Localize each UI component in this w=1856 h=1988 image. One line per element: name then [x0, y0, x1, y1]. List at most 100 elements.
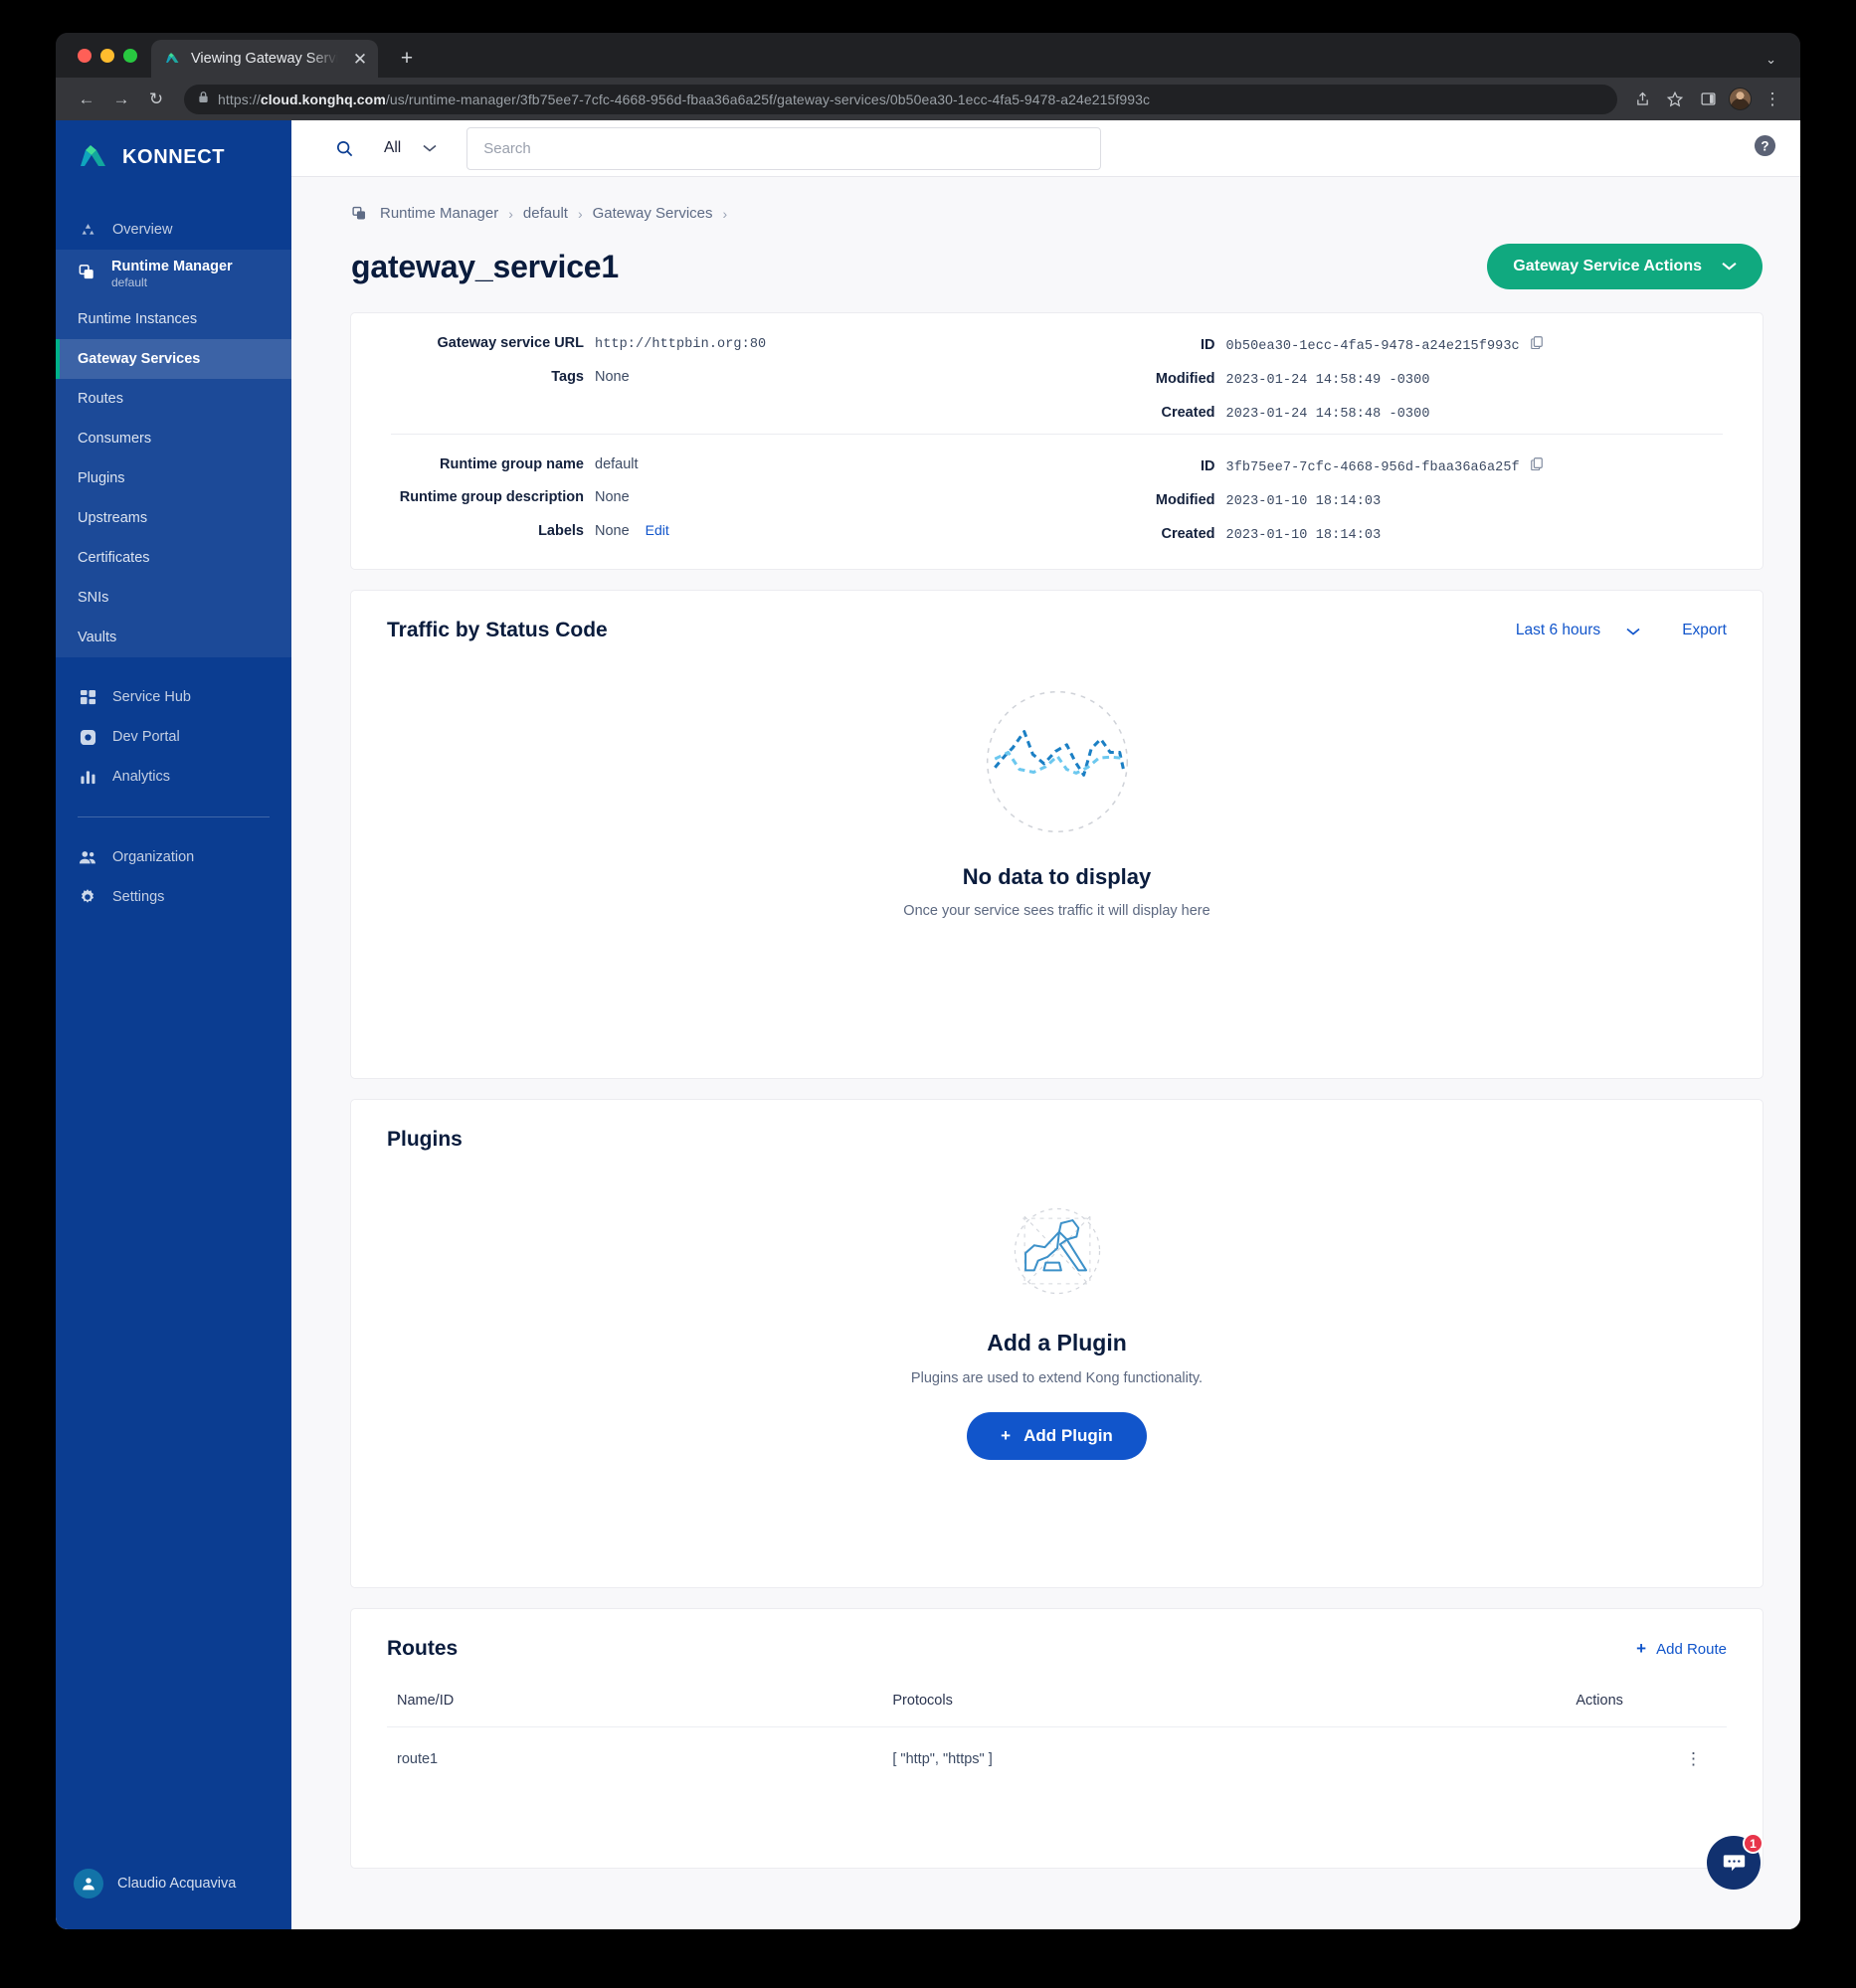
add-route-link[interactable]: + Add Route: [1636, 1639, 1727, 1659]
sidebar-item-routes[interactable]: Routes: [56, 379, 291, 419]
traffic-card-controls: Last 6 hours Export: [1516, 622, 1727, 639]
sidebar-group-subtitle: default: [111, 275, 148, 289]
sidebar-item-service-hub[interactable]: Service Hub: [56, 677, 291, 717]
routes-table-head: Name/ID Protocols Actions: [387, 1693, 1727, 1727]
actions-button-label: Gateway Service Actions: [1513, 258, 1702, 274]
cell-route-name[interactable]: route1: [387, 1726, 883, 1791]
sidebar-bottom: Claudio Acquaviva: [56, 1856, 291, 1929]
brand-logo-area[interactable]: KONNECT: [56, 120, 291, 194]
bookmark-star-icon[interactable]: [1663, 88, 1687, 111]
table-header-row: Name/ID Protocols Actions: [387, 1693, 1727, 1727]
minimize-window-button[interactable]: [100, 48, 114, 63]
avatar: [74, 1869, 103, 1898]
plugins-empty-title: Add a Plugin: [987, 1330, 1127, 1355]
chevron-down-icon: [1626, 624, 1640, 638]
field-label: Created: [1161, 405, 1215, 421]
timeframe-select[interactable]: Last 6 hours: [1516, 622, 1640, 639]
browser-menu-icon[interactable]: ⋮: [1761, 88, 1784, 111]
sidebar-item-runtime-instances[interactable]: Runtime Instances: [56, 299, 291, 339]
routes-table-body: route1 [ "http", "https" ] ⋮: [387, 1726, 1727, 1791]
search-input[interactable]: [483, 139, 1085, 157]
sidebar-item-organization[interactable]: Organization: [56, 837, 291, 877]
copy-icon[interactable]: [1530, 456, 1544, 475]
page-viewport: KONNECT Overview Runtime Manager default…: [56, 120, 1800, 1929]
tab-close-icon[interactable]: ✕: [350, 51, 370, 68]
field-runtime-group-modified: Modified 2023-01-10 18:14:03: [1077, 492, 1724, 509]
browser-tab[interactable]: Viewing Gateway Service | Kon ✕: [151, 40, 378, 78]
people-icon: [78, 849, 97, 866]
traffic-empty-subtitle: Once your service sees traffic it will d…: [903, 903, 1210, 919]
sidebar-item-analytics[interactable]: Analytics: [56, 757, 291, 797]
search-icon[interactable]: [335, 139, 354, 158]
brand-name: KONNECT: [122, 145, 226, 168]
breadcrumb-separator-icon: ›: [577, 205, 583, 222]
sidebar-item-consumers[interactable]: Consumers: [56, 419, 291, 458]
maximize-window-button[interactable]: [123, 48, 137, 63]
routes-card: Routes + Add Route Name/ID Protocols Act…: [351, 1609, 1763, 1868]
sidebar-item-plugins[interactable]: Plugins: [56, 458, 291, 498]
sidebar-item-snis[interactable]: SNIs: [56, 578, 291, 618]
browser-tab-title: Viewing Gateway Service | Kon: [191, 51, 341, 67]
chevron-down-icon: [1722, 258, 1737, 275]
field-value: None: [595, 489, 630, 505]
sidebar-group-header[interactable]: Runtime Manager default: [56, 250, 291, 299]
close-window-button[interactable]: [78, 48, 92, 63]
new-tab-button[interactable]: +: [394, 48, 420, 69]
field-label: ID: [1201, 458, 1215, 474]
sidebar-item-gateway-services[interactable]: Gateway Services: [56, 339, 291, 379]
sidebar-toggle-icon[interactable]: [1696, 88, 1720, 111]
sidebar-item-vaults[interactable]: Vaults: [56, 618, 291, 657]
add-plugin-button[interactable]: + Add Plugin: [967, 1412, 1147, 1460]
browser-profile-avatar[interactable]: [1729, 88, 1752, 110]
field-value: None: [595, 523, 630, 539]
share-icon[interactable]: [1630, 88, 1654, 111]
column-header-name-id: Name/ID: [397, 1693, 455, 1709]
sidebar-item-overview[interactable]: Overview: [56, 210, 291, 250]
breadcrumb-item-default[interactable]: default: [523, 205, 568, 222]
field-label: Gateway service URL: [437, 335, 585, 351]
timeframe-label: Last 6 hours: [1515, 622, 1601, 638]
row-actions-kebab-icon[interactable]: ⋮: [1685, 1749, 1727, 1768]
gateway-service-actions-button[interactable]: Gateway Service Actions: [1487, 244, 1763, 289]
edit-labels-link[interactable]: Edit: [646, 522, 669, 538]
forward-button[interactable]: →: [106, 85, 136, 114]
runtime-group-right: ID 3fb75ee7-7cfc-4668-956d-fbaa36a6a25f …: [1077, 456, 1724, 543]
search-box[interactable]: [466, 126, 1102, 170]
reload-button[interactable]: ↻: [141, 85, 171, 114]
help-icon[interactable]: ?: [1754, 134, 1776, 162]
routes-table: Name/ID Protocols Actions route1 [ "http…: [387, 1693, 1727, 1791]
sidebar-item-dev-portal[interactable]: Dev Portal: [56, 717, 291, 757]
url-host: cloud.konghq.com: [260, 90, 386, 107]
table-row[interactable]: route1 [ "http", "https" ] ⋮: [387, 1726, 1727, 1791]
field-label: Modified: [1155, 492, 1215, 508]
sidebar-item-upstreams[interactable]: Upstreams: [56, 498, 291, 538]
service-info-grid: Gateway service URL http://httpbin.org:8…: [391, 335, 1723, 422]
kong-gorilla-icon: [1000, 1193, 1115, 1314]
address-bar[interactable]: https://cloud.konghq.com/us/runtime-mana…: [184, 84, 1617, 114]
tab-search-chevron-down-icon[interactable]: ⌄: [1765, 52, 1776, 68]
back-button[interactable]: ←: [72, 85, 101, 114]
copy-icon[interactable]: [1530, 335, 1544, 354]
runtime-manager-breadcrumb-icon: [351, 205, 368, 222]
add-plugin-label: Add Plugin: [1023, 1426, 1113, 1445]
export-link[interactable]: Export: [1682, 622, 1727, 639]
field-tags: Tags None: [391, 369, 1037, 385]
konnect-logo-icon: [80, 142, 109, 172]
service-info-card: Gateway service URL http://httpbin.org:8…: [351, 313, 1763, 569]
sidebar-item-label: Service Hub: [112, 689, 191, 705]
sidebar-item-certificates[interactable]: Certificates: [56, 538, 291, 578]
svg-text:?: ?: [1761, 138, 1768, 153]
browser-tabstrip: Viewing Gateway Service | Kon ✕ + ⌄: [56, 33, 1800, 78]
sidebar-user-profile[interactable]: Claudio Acquaviva: [56, 1856, 291, 1911]
search-scope-select[interactable]: All: [368, 139, 441, 157]
url-scheme: https://: [218, 90, 261, 107]
breadcrumb-item-gateway-services[interactable]: Gateway Services: [593, 205, 713, 222]
kong-favicon-icon: [165, 51, 182, 68]
field-service-id: ID 0b50ea30-1ecc-4fa5-9478-a24e215f993c: [1077, 335, 1724, 354]
chat-widget[interactable]: 1: [1707, 1833, 1763, 1890]
sidebar-item-settings[interactable]: Settings: [56, 877, 291, 917]
sidebar-item-label: Analytics: [112, 769, 171, 785]
plugins-card-header: Plugins: [387, 1128, 1727, 1152]
breadcrumb-item-runtime-manager[interactable]: Runtime Manager: [380, 205, 498, 222]
field-label: ID: [1201, 337, 1215, 353]
